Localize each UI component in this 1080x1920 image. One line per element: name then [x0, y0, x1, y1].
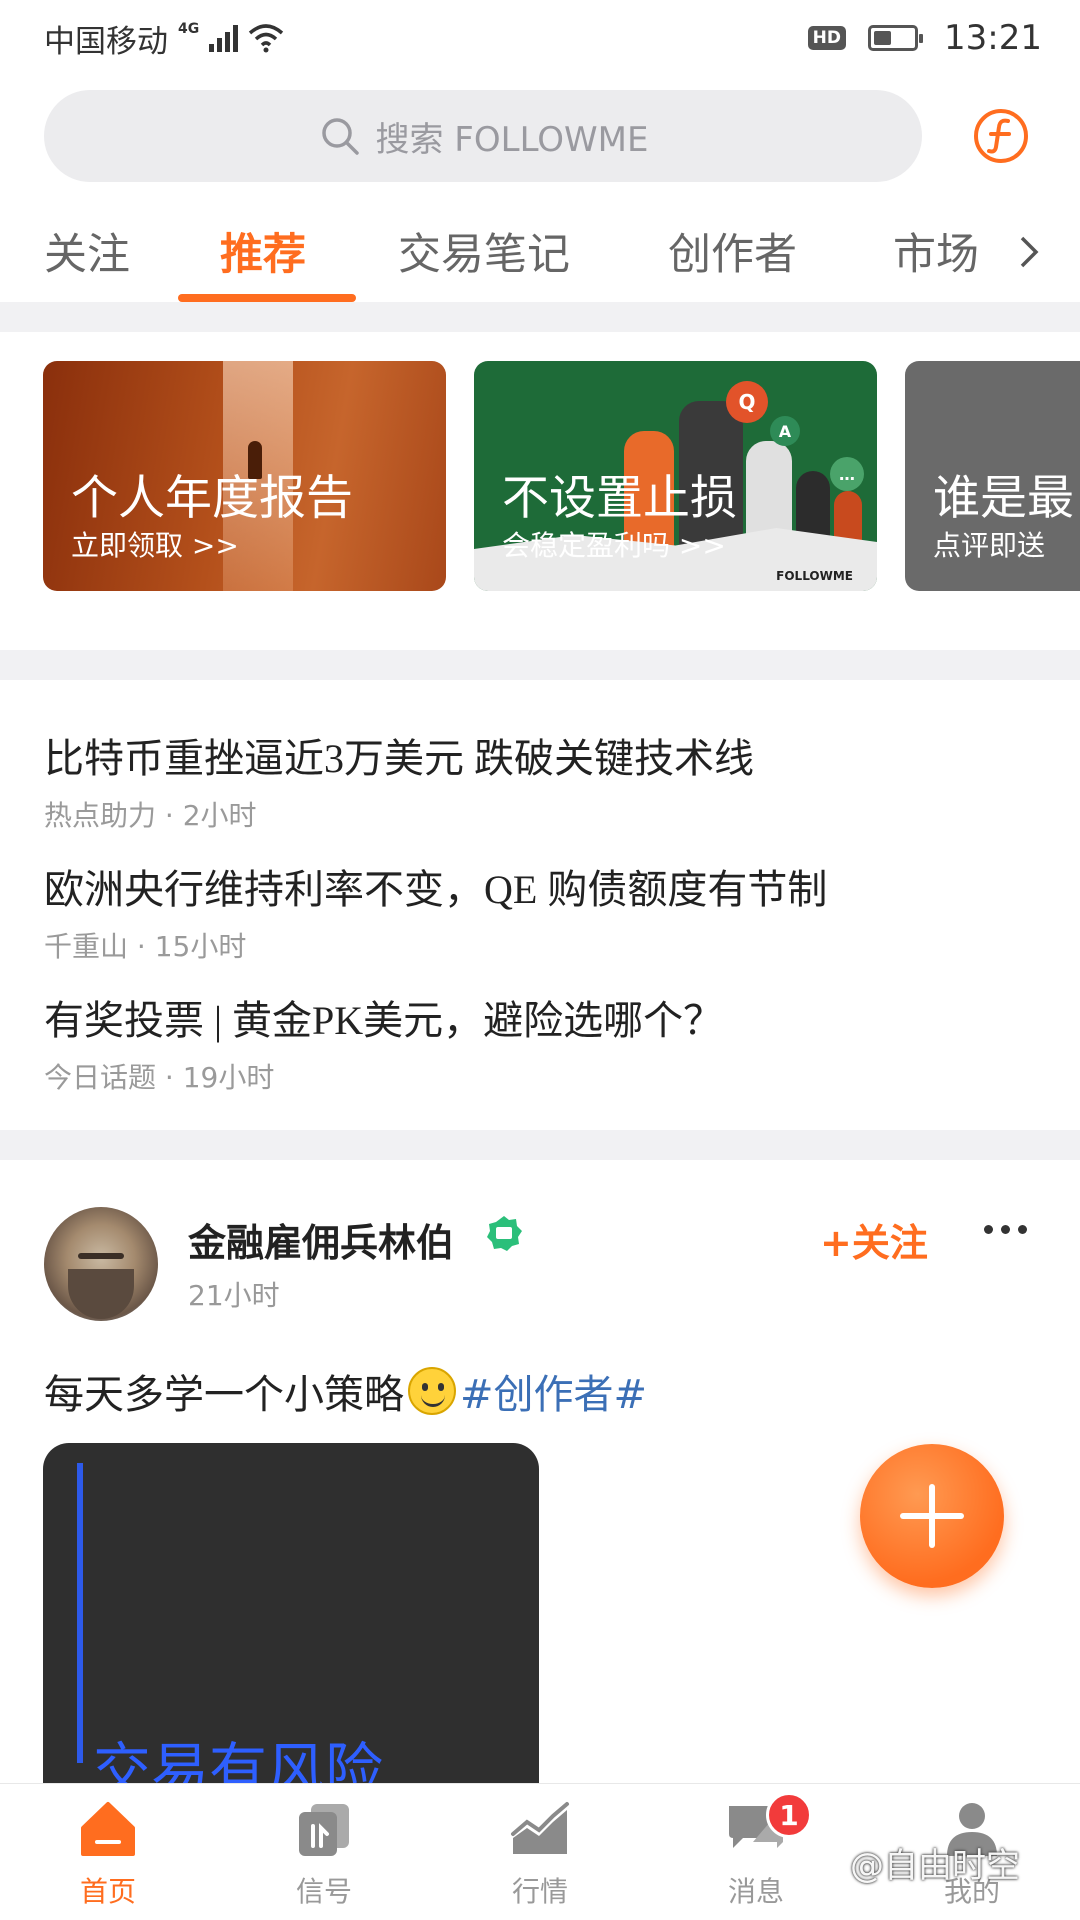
section-divider: [0, 650, 1080, 680]
hashtag-link[interactable]: #创作者#: [460, 1362, 647, 1420]
create-post-button[interactable]: [860, 1444, 1004, 1588]
banner-subtitle: 会稳定盈利吗 >>: [502, 529, 726, 562]
home-icon: [81, 1802, 135, 1856]
nav-signals[interactable]: 信号: [254, 1798, 394, 1910]
post-body: 每天多学一个小策略: [44, 1372, 404, 1418]
nav-market[interactable]: 行情: [470, 1798, 610, 1910]
post-time: 21小时: [188, 1279, 280, 1312]
banner-title: 个人年度报告: [71, 471, 353, 526]
category-tabs: 关注 推荐 交易笔记 创作者 市场: [0, 212, 1080, 302]
news-item[interactable]: 有奖投票 | 黄金PK美元，避险选哪个？ 今日话题 · 19小时: [44, 988, 1034, 1096]
news-item[interactable]: 比特币重挫逼近3万美元 跌破关键技术线 热点助力 · 2小时: [44, 726, 1034, 834]
verified-icon: [487, 1216, 522, 1251]
clock: 13:21: [944, 18, 1042, 58]
more-options-icon[interactable]: [984, 1225, 1027, 1234]
banner-title: 谁是最: [933, 471, 1074, 526]
author-name[interactable]: 金融雇佣兵林伯: [188, 1212, 454, 1267]
news-title: 有奖投票 | 黄金PK美元，避险选哪个？: [44, 998, 724, 1043]
banner-title: 不设置止损: [502, 471, 737, 526]
banner-stop-loss[interactable]: Q A … 不设置止损 会稳定盈利吗 >> FOLLOWME: [474, 361, 877, 591]
follow-button[interactable]: +关注: [820, 1212, 928, 1267]
nav-label: 信号: [295, 1875, 352, 1908]
hd-badge: HD: [807, 26, 847, 50]
search-placeholder: 搜索 FOLLOWME: [375, 119, 649, 160]
nav-label: 行情: [511, 1875, 568, 1908]
answer-bubble-icon: A: [770, 416, 800, 446]
news-meta: 千重山 · 15小时: [44, 930, 247, 963]
nav-messages[interactable]: 消息 1: [686, 1792, 826, 1910]
banner-subtitle: 立即领取 >>: [71, 529, 239, 562]
banner-partial[interactable]: 谁是最 点评即送: [905, 361, 1080, 591]
status-bar: 中国移动 4G HD 13:21: [0, 0, 1080, 76]
section-divider: [0, 302, 1080, 332]
tab-market[interactable]: 市场: [893, 220, 979, 282]
avatar-eyes: [78, 1253, 124, 1259]
news-title: 欧洲央行维持利率不变，QE 购债额度有节制: [44, 867, 828, 912]
followme-logo-icon[interactable]: [972, 107, 1030, 165]
news-meta: 热点助力 · 2小时: [44, 799, 257, 832]
banner-brand: FOLLOWME: [776, 569, 853, 583]
question-bubble-icon: Q: [726, 381, 768, 423]
news-meta: 今日话题 · 19小时: [44, 1061, 275, 1094]
avatar[interactable]: [44, 1207, 158, 1321]
tab-recommend[interactable]: 推荐: [220, 220, 306, 282]
signal-icon: [299, 1804, 349, 1856]
chevron-right-icon[interactable]: [1012, 232, 1044, 272]
nav-home[interactable]: 首页: [38, 1798, 178, 1910]
search-icon: [321, 118, 359, 155]
post-text[interactable]: 每天多学一个小策略 #创作者#: [44, 1362, 647, 1420]
unread-badge: 1: [766, 1792, 812, 1838]
plus-icon: [900, 1484, 964, 1548]
chat-bubble-icon: …: [830, 457, 864, 491]
banner-annual-report[interactable]: 个人年度报告 立即领取 >>: [43, 361, 446, 591]
signal-strength-icon: [209, 24, 239, 52]
post-image-decoration: [43, 1463, 83, 1763]
news-item[interactable]: 欧洲央行维持利率不变，QE 购债额度有节制 千重山 · 15小时: [44, 857, 1034, 965]
watermark: @自由时空: [850, 1846, 1020, 1886]
section-divider: [0, 1130, 1080, 1160]
battery-level: [874, 31, 892, 45]
battery-icon: [868, 25, 924, 51]
banner-subtitle: 点评即送: [933, 529, 1046, 562]
news-title: 比特币重挫逼近3万美元 跌破关键技术线: [44, 736, 754, 781]
network-type: 4G: [178, 21, 200, 37]
smile-emoji-icon: [408, 1367, 456, 1415]
tab-creators[interactable]: 创作者: [668, 220, 797, 282]
status-left: 中国移动 4G: [44, 16, 284, 61]
tab-trading-notes[interactable]: 交易笔记: [398, 220, 570, 282]
status-right: HD 13:21: [807, 18, 1042, 58]
post-image-text: 交易有风险: [93, 1736, 384, 1783]
nav-label: 消息: [727, 1875, 784, 1908]
chart-icon: [511, 1802, 569, 1854]
wifi-icon: [249, 24, 284, 53]
post-image[interactable]: 交易有风险: [43, 1443, 539, 1783]
tab-follow[interactable]: 关注: [44, 220, 130, 282]
avatar-beard: [68, 1269, 134, 1319]
search-input[interactable]: 搜索 FOLLOWME: [44, 90, 922, 182]
carrier-label: 中国移动: [44, 23, 168, 60]
nav-label: 首页: [79, 1875, 136, 1908]
active-tab-indicator: [178, 294, 356, 302]
